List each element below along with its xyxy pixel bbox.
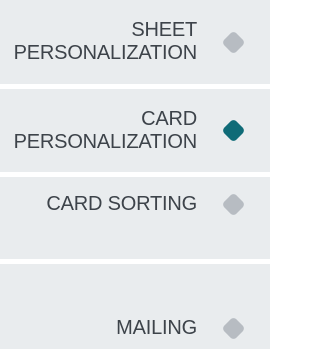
step-mailing[interactable]: MAILING xyxy=(0,307,270,349)
step-card-sorting[interactable]: CARD SORTING xyxy=(0,177,270,232)
step-indicator-dot-active xyxy=(221,118,246,143)
step-indicator-dot xyxy=(221,29,246,55)
step-label: SHEET PERSONALIZATION xyxy=(13,19,198,64)
step-indicator-dot xyxy=(221,315,246,341)
step-label: MAILING xyxy=(116,316,197,339)
step-label: CARD PERSONALIZATION xyxy=(13,107,198,153)
step-card-personalization[interactable]: CARD PERSONALIZATION xyxy=(0,89,270,172)
step-indicator-dot xyxy=(221,192,246,217)
step-sheet-personalization[interactable]: SHEET PERSONALIZATION xyxy=(0,0,270,84)
step-label: CARD SORTING xyxy=(46,193,197,215)
progress-stepper: SHEET PERSONALIZATION CARD PERSONALIZATI… xyxy=(0,0,270,349)
